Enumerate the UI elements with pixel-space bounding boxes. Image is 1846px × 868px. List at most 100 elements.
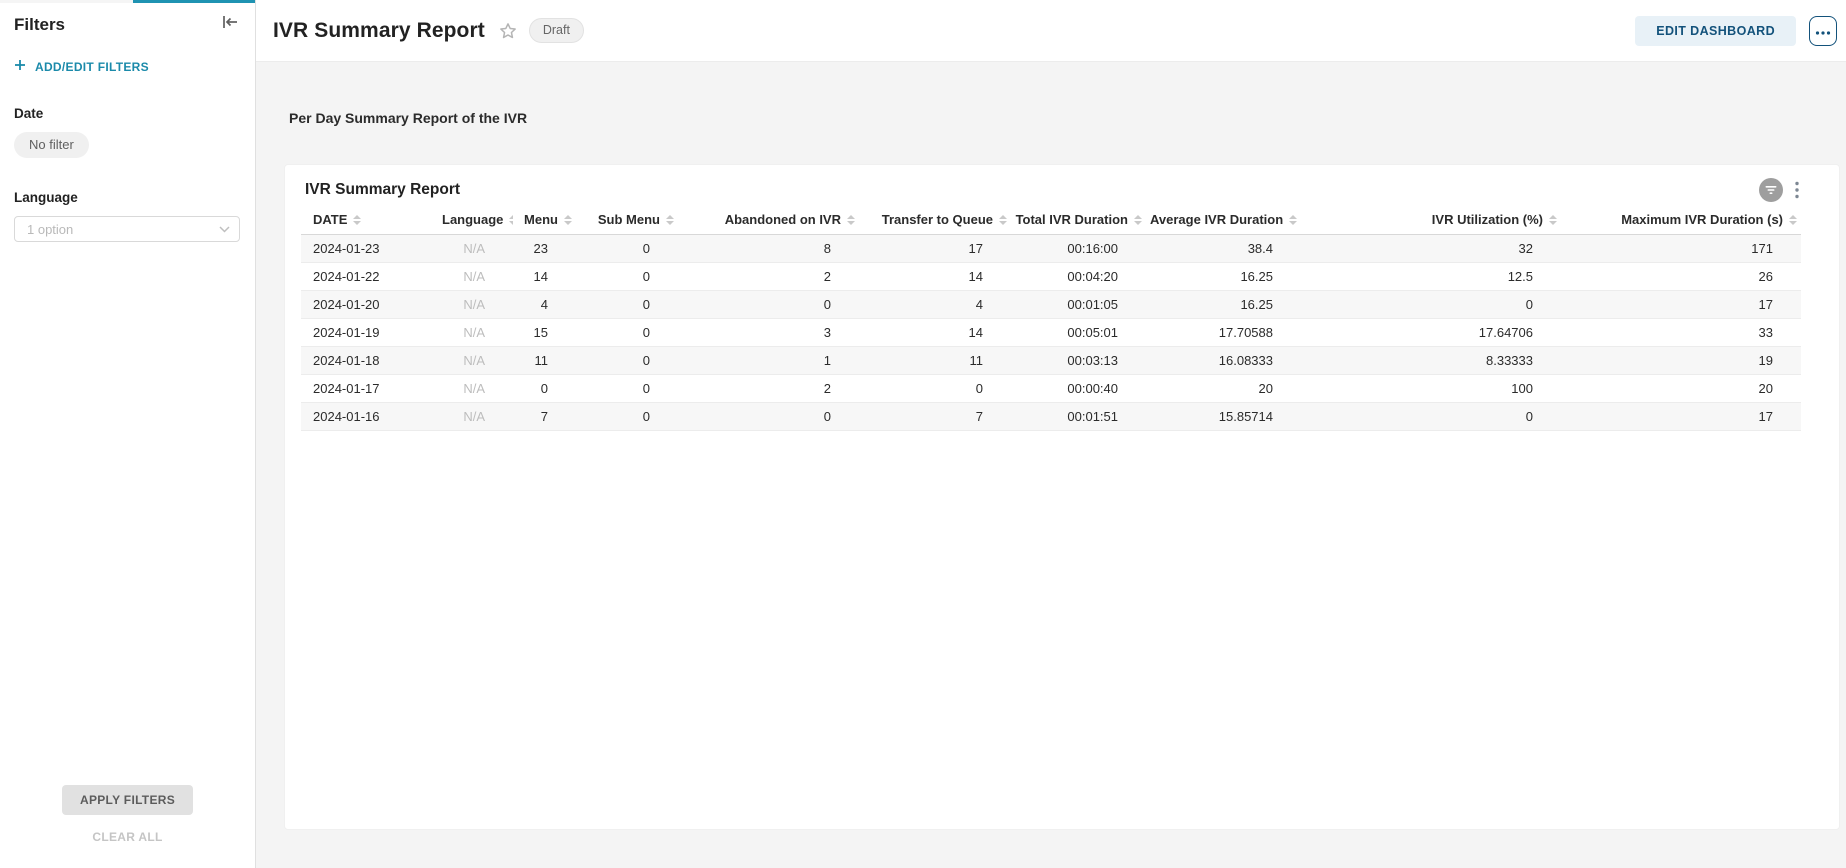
sort-icon xyxy=(564,215,572,225)
collapse-left-icon xyxy=(221,14,239,35)
table-row: 2024-01-17N/A002000:00:402010020 xyxy=(301,375,1801,403)
column-header-abandoned-on-ivr[interactable]: Abandoned on IVR xyxy=(678,210,859,235)
column-label: Menu xyxy=(524,212,558,227)
column-header-total-ivr-duration[interactable]: Total IVR Duration xyxy=(1011,210,1146,235)
table-row: 2024-01-18N/A11011100:03:1316.083338.333… xyxy=(301,347,1801,375)
cell-menu: 15 xyxy=(513,319,576,347)
cell-date: 2024-01-23 xyxy=(301,235,438,263)
apply-filters-button[interactable]: APPLY FILTERS xyxy=(62,785,193,815)
draft-status-badge: Draft xyxy=(529,18,584,43)
chart-kebab-menu[interactable] xyxy=(1795,181,1799,199)
cell-language: N/A xyxy=(438,319,513,347)
cell-ivr-utilization: 17.64706 xyxy=(1301,319,1561,347)
column-header-transfer-to-queue[interactable]: Transfer to Queue xyxy=(859,210,1011,235)
cell-abandoned-on-ivr: 0 xyxy=(678,291,859,319)
dashboard-header: IVR Summary Report Draft EDIT DASHBOARD xyxy=(256,0,1846,62)
cell-abandoned-on-ivr: 1 xyxy=(678,347,859,375)
collapse-filters-button[interactable] xyxy=(221,14,239,35)
cell-ivr-utilization: 0 xyxy=(1301,403,1561,431)
column-header-language[interactable]: Language xyxy=(438,210,513,235)
cell-language: N/A xyxy=(438,375,513,403)
language-select[interactable]: 1 option xyxy=(14,216,240,242)
cell-date: 2024-01-17 xyxy=(301,375,438,403)
cell-ivr-utilization: 100 xyxy=(1301,375,1561,403)
cell-abandoned-on-ivr: 3 xyxy=(678,319,859,347)
column-label: Average IVR Duration xyxy=(1150,212,1283,227)
column-header-sub-menu[interactable]: Sub Menu xyxy=(576,210,678,235)
cell-maximum-ivr-duration-s: 17 xyxy=(1561,403,1801,431)
cell-transfer-to-queue: 4 xyxy=(859,291,1011,319)
clear-all-button[interactable]: CLEAR ALL xyxy=(0,830,255,844)
sort-icon xyxy=(1549,215,1557,225)
date-filter-value-pill[interactable]: No filter xyxy=(14,132,89,158)
column-header-menu[interactable]: Menu xyxy=(513,210,576,235)
column-label: Sub Menu xyxy=(598,212,660,227)
cell-transfer-to-queue: 7 xyxy=(859,403,1011,431)
cell-language: N/A xyxy=(438,263,513,291)
sort-icon xyxy=(509,215,513,225)
cell-total-ivr-duration: 00:05:01 xyxy=(1011,319,1146,347)
column-label: Abandoned on IVR xyxy=(725,212,841,227)
cell-average-ivr-duration: 17.70588 xyxy=(1146,319,1301,347)
column-header-maximum-ivr-duration-s[interactable]: Maximum IVR Duration (s) xyxy=(1561,210,1801,235)
add-edit-filters-label: ADD/EDIT FILTERS xyxy=(35,60,149,74)
main-area: IVR Summary Report Draft EDIT DASHBOARD … xyxy=(256,0,1846,868)
cell-sub-menu: 0 xyxy=(576,263,678,291)
cell-maximum-ivr-duration-s: 19 xyxy=(1561,347,1801,375)
cell-menu: 14 xyxy=(513,263,576,291)
cell-maximum-ivr-duration-s: 26 xyxy=(1561,263,1801,291)
cell-ivr-utilization: 12.5 xyxy=(1301,263,1561,291)
favorite-star-icon[interactable] xyxy=(499,22,517,40)
column-label: Transfer to Queue xyxy=(882,212,993,227)
cell-ivr-utilization: 8.33333 xyxy=(1301,347,1561,375)
cell-average-ivr-duration: 38.4 xyxy=(1146,235,1301,263)
cell-ivr-utilization: 0 xyxy=(1301,291,1561,319)
table-row: 2024-01-23N/A23081700:16:0038.432171 xyxy=(301,235,1801,263)
add-edit-filters-button[interactable]: ADD/EDIT FILTERS xyxy=(0,59,255,74)
table-header-row: DATE Language Menu Sub Menu Abandoned on IVR… xyxy=(301,210,1801,235)
cell-average-ivr-duration: 20 xyxy=(1146,375,1301,403)
ivr-summary-table: DATE Language Menu Sub Menu Abandoned on IVR… xyxy=(301,210,1801,431)
cell-average-ivr-duration: 16.08333 xyxy=(1146,347,1301,375)
filters-panel-title: Filters xyxy=(14,15,65,35)
cell-maximum-ivr-duration-s: 171 xyxy=(1561,235,1801,263)
chevron-down-icon xyxy=(219,220,230,238)
cell-total-ivr-duration: 00:16:00 xyxy=(1011,235,1146,263)
cell-date: 2024-01-22 xyxy=(301,263,438,291)
dashboard-more-button[interactable] xyxy=(1809,16,1837,46)
sidebar-top-divider xyxy=(0,0,255,3)
cell-menu: 11 xyxy=(513,347,576,375)
column-header-average-ivr-duration[interactable]: Average IVR Duration xyxy=(1146,210,1301,235)
cell-sub-menu: 0 xyxy=(576,403,678,431)
chart-card: IVR Summary Report xyxy=(284,164,1840,830)
cell-maximum-ivr-duration-s: 33 xyxy=(1561,319,1801,347)
cell-abandoned-on-ivr: 2 xyxy=(678,375,859,403)
filter-sidebar: Filters ADD/EDIT FILTERS Date No filter … xyxy=(0,0,256,868)
chart-title: IVR Summary Report xyxy=(305,181,460,199)
cell-transfer-to-queue: 17 xyxy=(859,235,1011,263)
edit-dashboard-button[interactable]: EDIT DASHBOARD xyxy=(1635,16,1796,46)
cell-transfer-to-queue: 14 xyxy=(859,319,1011,347)
sort-icon xyxy=(847,215,855,225)
column-label: DATE xyxy=(313,212,347,227)
cross-filter-icon[interactable] xyxy=(1759,178,1783,202)
cell-date: 2024-01-19 xyxy=(301,319,438,347)
column-label: IVR Utilization (%) xyxy=(1432,212,1543,227)
ellipsis-icon xyxy=(1815,22,1831,40)
cell-sub-menu: 0 xyxy=(576,319,678,347)
sort-icon xyxy=(1289,215,1297,225)
table-row: 2024-01-22N/A14021400:04:2016.2512.526 xyxy=(301,263,1801,291)
column-header-date[interactable]: DATE xyxy=(301,210,438,235)
column-header-ivr-utilization[interactable]: IVR Utilization (%) xyxy=(1301,210,1561,235)
cell-date: 2024-01-18 xyxy=(301,347,438,375)
cell-date: 2024-01-16 xyxy=(301,403,438,431)
cell-menu: 7 xyxy=(513,403,576,431)
table-row: 2024-01-20N/A400400:01:0516.25017 xyxy=(301,291,1801,319)
sort-icon xyxy=(1134,215,1142,225)
column-label: Language xyxy=(442,212,503,227)
table-row: 2024-01-19N/A15031400:05:0117.7058817.64… xyxy=(301,319,1801,347)
table-row: 2024-01-16N/A700700:01:5115.85714017 xyxy=(301,403,1801,431)
cell-menu: 0 xyxy=(513,375,576,403)
cell-total-ivr-duration: 00:01:51 xyxy=(1011,403,1146,431)
sidebar-accent-line xyxy=(133,0,255,3)
